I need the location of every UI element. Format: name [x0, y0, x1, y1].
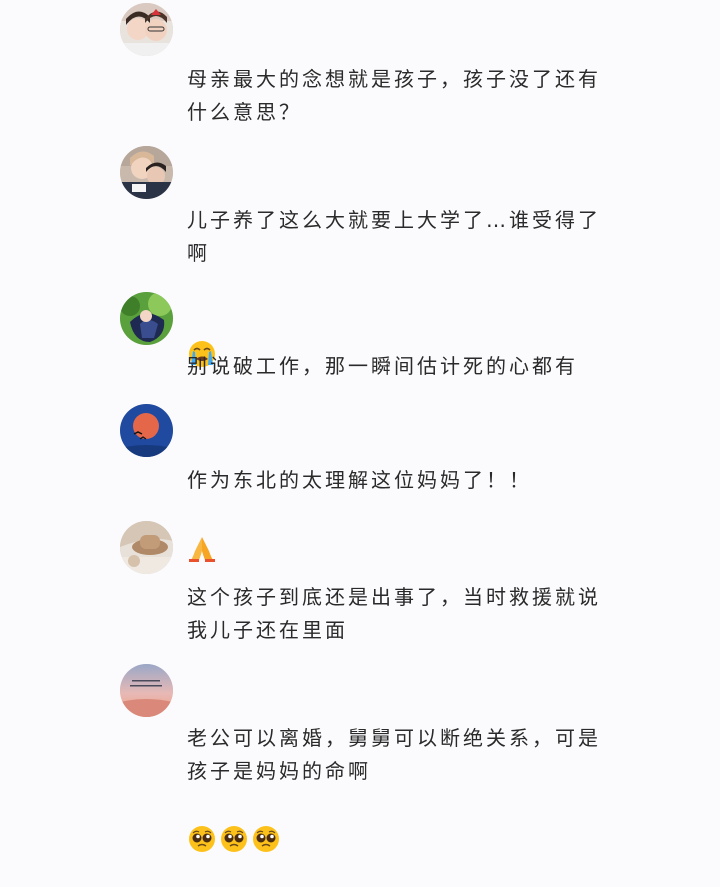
avatar[interactable] [120, 146, 173, 199]
emoji-row [187, 500, 217, 562]
avatar[interactable] [120, 664, 173, 717]
avatar-plant-dark-photo-icon [120, 292, 173, 345]
avatar[interactable] [120, 3, 173, 56]
avatar[interactable] [120, 521, 173, 574]
avatar-beige-hat-photo-icon [120, 521, 173, 574]
emoji-row [187, 791, 281, 852]
comment-list: 母亲最大的念想就是孩子，孩子没了还有 什么意思？ 儿子养了这么大就要上大学了…谁… [0, 0, 720, 852]
pleading-face-emoji-icon [187, 791, 217, 852]
pleading-face-emoji-icon [251, 791, 281, 852]
folded-hands-emoji-icon [187, 500, 217, 562]
avatar[interactable] [120, 292, 173, 345]
comment-text: 母亲最大的念想就是孩子，孩子没了还有 什么意思？ [187, 67, 601, 124]
comment-text: 儿子养了这么大就要上大学了…谁受得了啊 [187, 208, 601, 265]
comment-text: 别说破工作，那一瞬间估计死的心都有 [187, 354, 578, 378]
avatar-two-girls-photo-icon [120, 3, 173, 56]
avatar-red-moon-birds-icon [120, 404, 173, 457]
pleading-face-emoji-icon [219, 791, 249, 852]
comment-text: 老公可以离婚，舅舅可以断绝关系，可是 孩子是妈妈的命啊 [187, 726, 601, 783]
avatar-two-people-photo-icon [120, 146, 173, 199]
avatar[interactable] [120, 404, 173, 457]
avatar-sunset-sky-text-icon [120, 664, 173, 717]
comment-text: 这个孩子到底还是出事了，当时救援就说 我儿子还在里面 [187, 585, 601, 642]
comment-text: 作为东北的太理解这位妈妈了！！ [187, 468, 532, 492]
